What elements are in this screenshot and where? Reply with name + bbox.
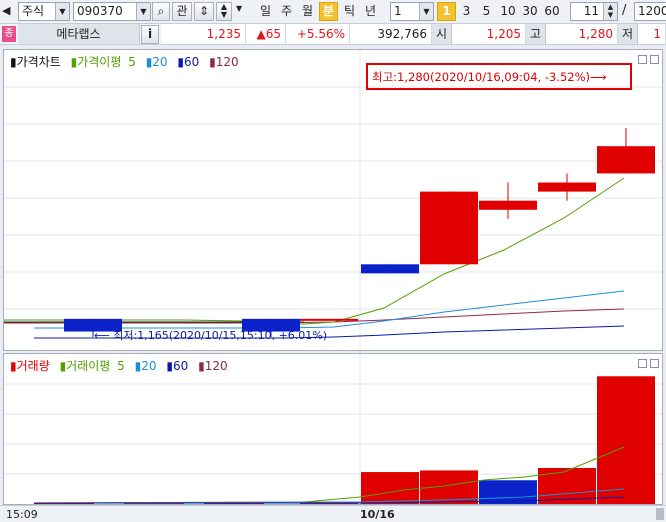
- price-legend-ma5: ▮가격이평 5: [70, 55, 136, 69]
- count-value: 11: [583, 4, 599, 18]
- link-button[interactable]: ⇕: [194, 2, 214, 21]
- period-day[interactable]: 일: [256, 2, 275, 21]
- price-legend-ma20: ▮20: [145, 55, 168, 69]
- minute-3[interactable]: 3: [457, 2, 476, 21]
- volume-value: 392,766: [350, 24, 432, 44]
- menu-arrow-icon[interactable]: ◀: [2, 4, 16, 18]
- minute-5[interactable]: 5: [477, 2, 496, 21]
- high-label: 고: [526, 24, 546, 44]
- interval-value: 1: [394, 4, 402, 18]
- dropdown-arrow-icon[interactable]: ▼: [236, 4, 242, 13]
- low-note: ⟵ 최저:1,165(2020/10/15,15:10, +6.01%): [94, 329, 327, 342]
- volume-legend: ▮거래량 ▮거래이평 5 ▮20 ▮60 ▮120: [10, 357, 234, 374]
- price-legend-ma60: ▮60: [177, 55, 200, 69]
- close-icon[interactable]: [650, 359, 659, 368]
- minimize-icon[interactable]: [638, 55, 647, 64]
- market-badge: 종: [2, 26, 16, 42]
- volume-chart-panel[interactable]: ▮거래량 ▮거래이평 5 ▮20 ▮60 ▮120: [3, 353, 663, 505]
- volume-bar[interactable]: [597, 376, 655, 504]
- interval-select[interactable]: 1 ▼: [390, 2, 434, 21]
- spin-button[interactable]: ▲ ▼: [216, 2, 232, 21]
- price-chart-panel[interactable]: 최고:1,280(2020/10/16,09:04, -3.52%)⟶ ⟵ 최저…: [3, 49, 663, 351]
- high-price: 1,280: [546, 24, 618, 44]
- minute-1[interactable]: 1: [437, 2, 456, 21]
- stock-name: 메타랩스: [18, 24, 140, 44]
- axis-label-start: 15:09: [6, 508, 38, 521]
- period-week[interactable]: 주: [277, 2, 296, 21]
- link-icon: ⇕: [198, 4, 210, 18]
- low-price: 1: [638, 24, 666, 44]
- price-change: ▲65: [246, 24, 286, 44]
- stock-code-input[interactable]: 090370 ▼: [73, 2, 151, 21]
- candle[interactable]: [300, 318, 358, 321]
- price-legend: ▮가격차트 ▮가격이평 5 ▮20 ▮60 ▮120: [10, 53, 245, 70]
- candle[interactable]: [479, 200, 537, 210]
- market-value: 주식: [22, 4, 45, 18]
- axis-label-date: 10/16: [360, 508, 395, 521]
- minute-30[interactable]: 30: [519, 2, 541, 21]
- count-input[interactable]: 11 ▲ ▼: [570, 2, 618, 21]
- period-tick[interactable]: 틱: [340, 2, 359, 21]
- period-year[interactable]: 년: [361, 2, 380, 21]
- high-note: 최고:1,280(2020/10/16,09:04, -3.52%)⟶: [372, 70, 607, 84]
- search-icon: ⌕: [157, 4, 165, 18]
- volume-legend-ma5: ▮거래이평 5: [59, 359, 125, 373]
- volume-legend-ma60: ▮60: [166, 359, 189, 373]
- candle[interactable]: [597, 146, 655, 174]
- time-axis: 15:09 10/16: [0, 505, 666, 522]
- candle[interactable]: [538, 182, 596, 192]
- total-count-input[interactable]: 1200: [634, 2, 666, 21]
- stock-info-bar: 종 메타랩스 i 1,235 ▲65 +5.56% 392,766 시 1,20…: [0, 24, 666, 45]
- price-chart: 최고:1,280(2020/10/16,09:04, -3.52%)⟶ ⟵ 최저…: [4, 50, 662, 350]
- watchlist-button[interactable]: 관: [172, 2, 192, 21]
- price-legend-main: ▮가격차트: [10, 55, 61, 69]
- close-icon[interactable]: [650, 55, 659, 64]
- period-month[interactable]: 월: [298, 2, 317, 21]
- down-arrow-icon: ▼: [220, 10, 228, 19]
- stock-info-button[interactable]: i: [141, 25, 159, 44]
- toolbar: ◀ 주식 ▼ 090370 ▼ ⌕ 관 ⇕ ▲ ▼ ▼ 일 주 월 분 틱 년 …: [0, 0, 666, 24]
- price-panel-controls: [635, 53, 659, 67]
- price-legend-ma120: ▮120: [209, 55, 239, 69]
- search-button[interactable]: ⌕: [152, 2, 170, 21]
- chevron-down-icon: ▼: [136, 3, 150, 20]
- volume-legend-main: ▮거래량: [10, 359, 50, 373]
- period-minute[interactable]: 분: [319, 2, 338, 21]
- chevron-down-icon: ▼: [55, 3, 69, 20]
- price-change-percent: +5.56%: [286, 24, 350, 44]
- volume-legend-ma120: ▮120: [198, 359, 228, 373]
- current-price: 1,235: [162, 24, 246, 44]
- volume-bar[interactable]: [361, 472, 419, 504]
- market-select[interactable]: 주식 ▼: [18, 2, 70, 21]
- volume-panel-controls: [635, 357, 659, 371]
- stock-code-value: 090370: [77, 4, 123, 18]
- volume-legend-ma20: ▮20: [134, 359, 157, 373]
- spin-icon: ▲ ▼: [603, 3, 617, 20]
- candle[interactable]: [361, 264, 419, 274]
- minimize-icon[interactable]: [638, 359, 647, 368]
- candle[interactable]: [420, 191, 478, 265]
- minute-60[interactable]: 60: [541, 2, 563, 21]
- low-label: 저: [618, 24, 638, 44]
- minute-10[interactable]: 10: [497, 2, 519, 21]
- open-label: 시: [432, 24, 452, 44]
- volume-chart: [4, 354, 662, 504]
- chevron-down-icon: ▼: [419, 3, 433, 20]
- axis-scroll-icon[interactable]: [656, 508, 664, 520]
- count-separator: /: [622, 3, 627, 18]
- open-price: 1,205: [452, 24, 526, 44]
